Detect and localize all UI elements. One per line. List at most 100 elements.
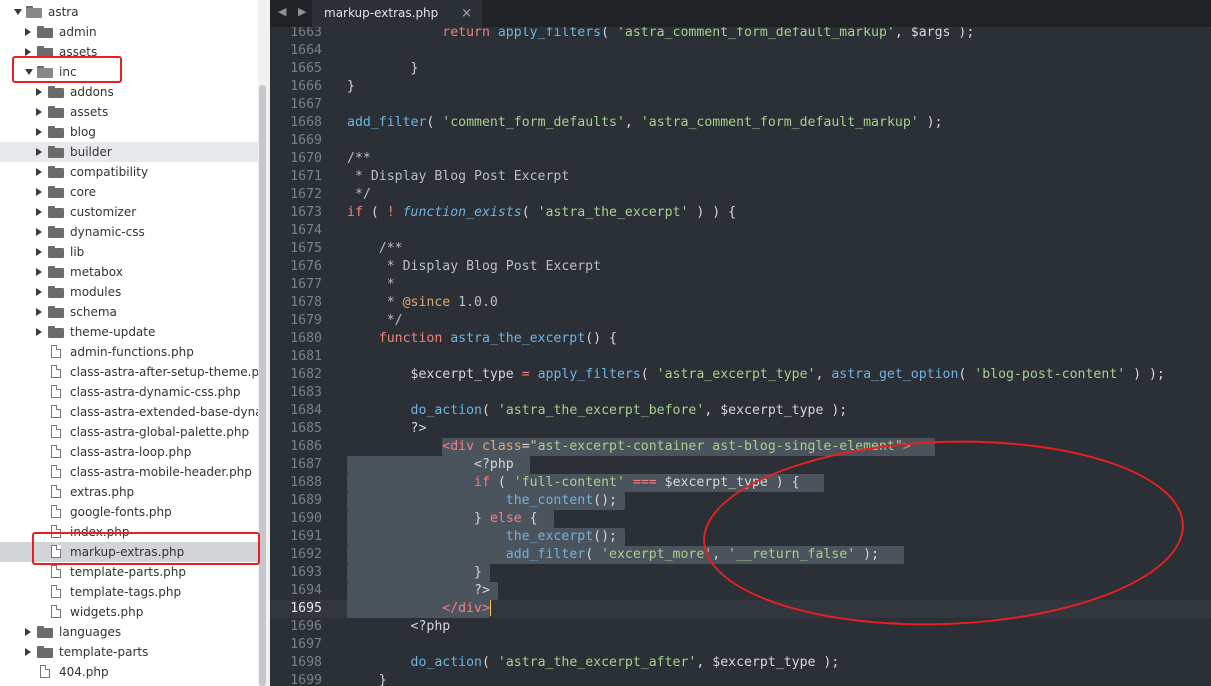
chevron-right-icon[interactable]: [36, 248, 42, 256]
chevron-right-icon[interactable]: [36, 148, 42, 156]
code-line[interactable]: 1699 }: [270, 672, 1211, 686]
tab-markup-extras[interactable]: markup-extras.php ×: [312, 0, 482, 27]
code-text: ?>: [347, 420, 427, 438]
close-icon[interactable]: ×: [461, 0, 472, 27]
code-line[interactable]: 1669: [270, 132, 1211, 150]
tree-folder-compatibility[interactable]: compatibility: [0, 162, 258, 182]
chevron-right-icon[interactable]: [36, 168, 42, 176]
tree-item-label: customizer: [70, 205, 137, 219]
tree-folder-admin[interactable]: admin: [0, 22, 258, 42]
chevron-right-icon[interactable]: [36, 288, 42, 296]
code-token: =: [513, 367, 538, 382]
chevron-right-icon[interactable]: [25, 28, 31, 36]
tree-file-admin-functions-php[interactable]: admin-functions.php: [0, 342, 258, 362]
code-token: $excerpt_type: [712, 655, 816, 670]
code-token: $args: [910, 27, 951, 40]
code-text: <?php: [347, 456, 514, 474]
code-line[interactable]: 1664: [270, 42, 1211, 60]
code-token: 'astra_the_excerpt': [537, 205, 689, 220]
chevron-right-icon[interactable]: [36, 108, 42, 116]
code-line[interactable]: 1696 <?php: [270, 618, 1211, 636]
chevron-right-icon[interactable]: [36, 88, 42, 96]
tree-folder-theme-update[interactable]: theme-update: [0, 322, 258, 342]
line-number: 1676: [290, 259, 322, 274]
chevron-right-icon[interactable]: [36, 308, 42, 316]
tab-label: markup-extras.php: [324, 6, 439, 20]
tree-item-label: google-fonts.php: [70, 505, 172, 519]
code-line[interactable]: 1674: [270, 222, 1211, 240]
sidebar-scrollbar[interactable]: [259, 85, 266, 686]
code-line[interactable]: 1666}: [270, 78, 1211, 96]
code-line[interactable]: 1698 do_action( 'astra_the_excerpt_after…: [270, 654, 1211, 672]
tree-file-class-astra-dynamic-css-php[interactable]: class-astra-dynamic-css.php: [0, 382, 258, 402]
code-line[interactable]: 1684 do_action( 'astra_the_excerpt_befor…: [270, 402, 1211, 420]
tree-folder-builder[interactable]: builder: [0, 142, 258, 162]
code-line[interactable]: 1665 }: [270, 60, 1211, 78]
code-line[interactable]: 1673 if ( ! function_exists( 'astra_the_e…: [270, 204, 1211, 222]
code-token: */: [347, 187, 371, 202]
code-text: *: [347, 276, 395, 294]
chevron-right-icon[interactable]: [36, 208, 42, 216]
tree-item-label: class-astra-global-palette.php: [70, 425, 250, 439]
code-token: return: [442, 27, 498, 40]
tree-folder-metabox[interactable]: metabox: [0, 262, 258, 282]
chevron-down-icon[interactable]: [14, 9, 22, 15]
code-text: <div class="ast-excerpt-container ast-bl…: [347, 438, 910, 456]
tree-folder-languages[interactable]: languages: [0, 622, 258, 642]
code-line[interactable]: 1697: [270, 636, 1211, 654]
code-token: ,: [894, 27, 911, 40]
chevron-right-icon[interactable]: [36, 188, 42, 196]
tree-file-template-parts-php[interactable]: template-parts.php: [0, 562, 258, 582]
tree-file-class-astra-extended-base-dynamic[interactable]: class-astra-extended-base-dynamic: [0, 402, 258, 422]
code-line[interactable]: 1679 */: [270, 312, 1211, 330]
code-line[interactable]: 1670 /**: [270, 150, 1211, 168]
code-line[interactable]: 1671 * Display Blog Post Excerpt: [270, 168, 1211, 186]
tree-folder-customizer[interactable]: customizer: [0, 202, 258, 222]
chevron-right-icon[interactable]: [25, 628, 31, 636]
code-line[interactable]: 1663 return apply_filters( 'astra_commen…: [270, 27, 1211, 42]
tree-folder-template-parts[interactable]: template-parts: [0, 642, 258, 662]
tree-file-template-tags-php[interactable]: template-tags.php: [0, 582, 258, 602]
tree-folder-astra[interactable]: astra: [0, 2, 258, 22]
code-line[interactable]: 1682 $excerpt_type = apply_filters( 'ast…: [270, 366, 1211, 384]
tree-folder-assets[interactable]: assets: [0, 102, 258, 122]
code-line[interactable]: 1675 /**: [270, 240, 1211, 258]
chevron-right-icon[interactable]: [36, 228, 42, 236]
tree-file-widgets-php[interactable]: widgets.php: [0, 602, 258, 622]
tree-folder-blog[interactable]: blog: [0, 122, 258, 142]
chevron-right-icon[interactable]: [25, 648, 31, 656]
tree-folder-dynamic-css[interactable]: dynamic-css: [0, 222, 258, 242]
code-line[interactable]: 1672 */: [270, 186, 1211, 204]
tree-folder-modules[interactable]: modules: [0, 282, 258, 302]
tree-file-class-astra-mobile-header-php[interactable]: class-astra-mobile-header.php: [0, 462, 258, 482]
code-token: =: [521, 439, 530, 454]
code-line[interactable]: 1676 * Display Blog Post Excerpt: [270, 258, 1211, 276]
code-line[interactable]: 1668 add_filter( 'comment_form_defaults',…: [270, 114, 1211, 132]
tree-folder-schema[interactable]: schema: [0, 302, 258, 322]
tree-folder-core[interactable]: core: [0, 182, 258, 202]
chevron-right-icon[interactable]: [25, 48, 31, 56]
code-line[interactable]: 1667: [270, 96, 1211, 114]
code-line[interactable]: 1681: [270, 348, 1211, 366]
chevron-right-icon[interactable]: [36, 128, 42, 136]
code-line[interactable]: 1680 function astra_the_excerpt() {: [270, 330, 1211, 348]
tree-file-404-php[interactable]: 404.php: [0, 662, 258, 682]
code-line[interactable]: 1683: [270, 384, 1211, 402]
code-token: $excerpt_type: [347, 367, 514, 382]
chevron-right-icon[interactable]: [36, 328, 42, 336]
code-line[interactable]: 1677 *: [270, 276, 1211, 294]
code-line[interactable]: 1678 * @since 1.0.0: [270, 294, 1211, 312]
tree-folder-lib[interactable]: lib: [0, 242, 258, 262]
tree-folder-addons[interactable]: addons: [0, 82, 258, 102]
tree-file-google-fonts-php[interactable]: google-fonts.php: [0, 502, 258, 522]
tab-nav-arrows-icon[interactable]: ◀ ▶: [278, 5, 310, 18]
annotation-box-inc: [12, 56, 122, 83]
code-line[interactable]: 1685 ?>: [270, 420, 1211, 438]
line-number: 1668: [290, 115, 322, 130]
tree-file-class-astra-after-setup-theme-php[interactable]: class-astra-after-setup-theme.php: [0, 362, 258, 382]
tree-file-class-astra-loop-php[interactable]: class-astra-loop.php: [0, 442, 258, 462]
tree-file-class-astra-global-palette-php[interactable]: class-astra-global-palette.php: [0, 422, 258, 442]
tree-file-extras-php[interactable]: extras.php: [0, 482, 258, 502]
chevron-right-icon[interactable]: [36, 268, 42, 276]
